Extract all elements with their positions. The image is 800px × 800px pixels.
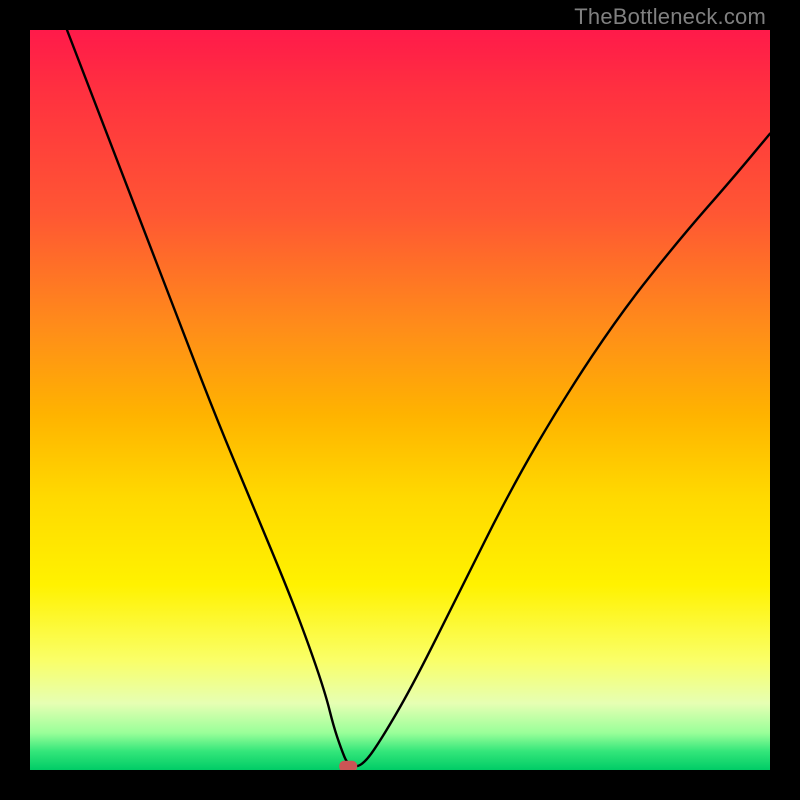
- watermark-text: TheBottleneck.com: [574, 4, 766, 30]
- minimum-marker: [339, 761, 357, 770]
- plot-area: [30, 30, 770, 770]
- curve-layer: [30, 30, 770, 770]
- chart-frame: TheBottleneck.com: [0, 0, 800, 800]
- bottleneck-curve: [67, 30, 770, 766]
